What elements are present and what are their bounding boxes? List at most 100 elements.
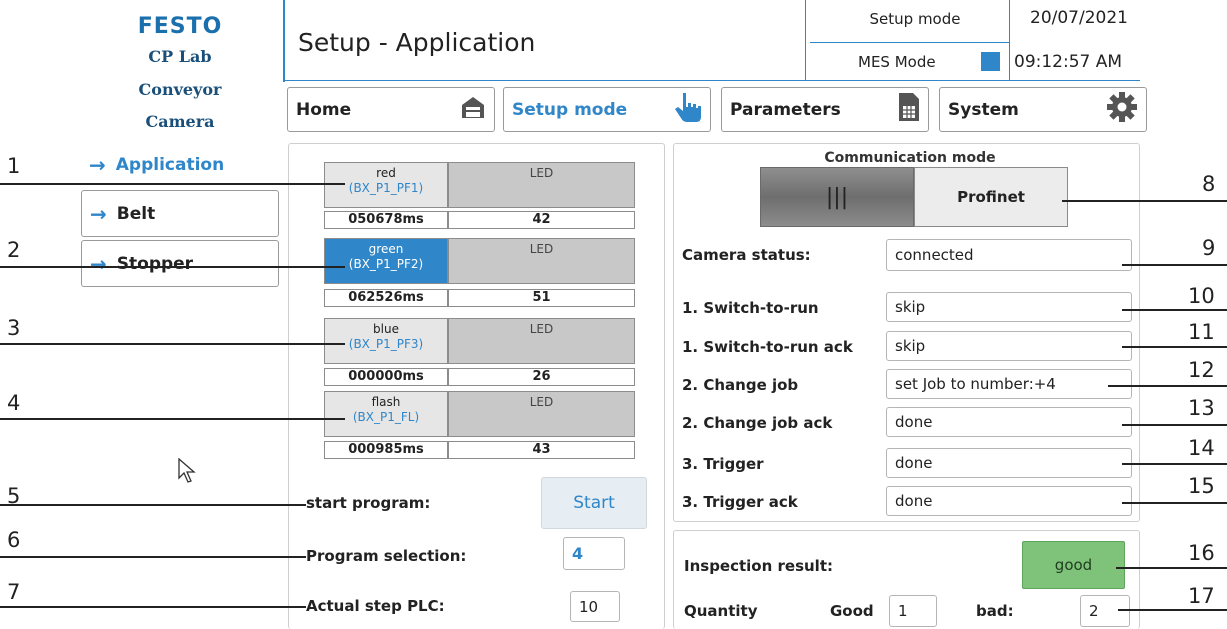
station-line1: CP Lab: [148, 47, 212, 66]
home-icon: [460, 94, 486, 125]
actual-step-value: 10: [570, 591, 620, 622]
led-flash-label[interactable]: flash (BX_P1_FL): [324, 391, 448, 437]
callout-line-16: [1116, 567, 1227, 569]
callout-8: 8: [1202, 172, 1216, 196]
header-divider: [283, 0, 285, 82]
step-value: done: [886, 486, 1132, 516]
document-icon: [898, 92, 920, 127]
callout-line-10: [1122, 309, 1227, 311]
callout-17: 17: [1188, 584, 1215, 608]
sidebar-item-label: Belt: [116, 203, 156, 224]
callout-14: 14: [1188, 436, 1215, 460]
led-red-label[interactable]: red (BX_P1_PF1): [324, 162, 448, 208]
led-red-box: LED: [448, 162, 635, 208]
mes-mode-indicator: [981, 52, 1000, 71]
callout-line-5: [0, 504, 306, 506]
callout-2: 2: [7, 238, 21, 262]
callout-line-1: [0, 183, 345, 185]
step-value: set Job to number:+4: [886, 369, 1132, 399]
callout-line-12: [1108, 385, 1227, 387]
sidebar-item-label: Application: [115, 154, 225, 175]
arrow-right-icon: →: [90, 201, 107, 226]
step-label: 3. Trigger: [682, 455, 764, 473]
setup-mode-button[interactable]: Setup mode: [503, 87, 711, 132]
step-label: 3. Trigger ack: [682, 493, 798, 511]
step-label: 1. Switch-to-run ack: [682, 338, 853, 356]
header-date: 20/07/2021: [1030, 8, 1128, 28]
header-time: 09:12:57 AM: [1014, 52, 1123, 72]
sidebar-item-stopper[interactable]: → Stopper: [81, 240, 279, 287]
system-button[interactable]: System: [939, 87, 1147, 132]
callout-line-14: [1122, 463, 1227, 465]
callout-line-9: [1122, 264, 1227, 266]
led-red-time: 050678ms: [324, 211, 448, 229]
callout-12: 12: [1188, 358, 1215, 382]
parameters-button[interactable]: Parameters: [721, 87, 929, 132]
communication-toggle-left[interactable]: |||: [760, 167, 914, 227]
step-label: 1. Switch-to-run: [682, 299, 819, 317]
led-flash-time: 000985ms: [324, 441, 448, 459]
program-selection-input[interactable]: 4: [563, 537, 625, 570]
header-mid-rule: [810, 42, 1010, 43]
sidebar-item-application[interactable]: → Application: [81, 142, 279, 187]
header-mode-text: Setup mode: [869, 10, 961, 28]
callout-13: 13: [1188, 396, 1215, 420]
good-count: 1: [889, 595, 937, 627]
header-mes-text: MES Mode: [858, 53, 936, 71]
sidebar-item-label: Stopper: [116, 253, 194, 274]
inspection-result-label: Inspection result:: [684, 557, 833, 575]
parameters-button-label: Parameters: [730, 99, 841, 120]
step-value: skip: [886, 292, 1132, 322]
led-name: red: [376, 166, 396, 180]
callout-10: 10: [1188, 284, 1215, 308]
callout-9: 9: [1202, 236, 1216, 260]
led-blue-label[interactable]: blue (BX_P1_PF3): [324, 318, 448, 364]
callout-16: 16: [1188, 541, 1215, 565]
led-red-value: 42: [448, 211, 635, 229]
led-green-box: LED: [448, 238, 635, 284]
start-button[interactable]: Start: [541, 477, 647, 529]
home-button-label: Home: [296, 99, 352, 120]
quantity-label: Quantity: [684, 602, 758, 620]
callout-line-15: [1122, 502, 1227, 504]
page-title: Setup - Application: [298, 28, 536, 57]
camera-status-label: Camera status:: [682, 246, 811, 264]
callout-4: 4: [7, 391, 21, 415]
actual-step-label: Actual step PLC:: [306, 597, 445, 615]
callout-line-13: [1122, 424, 1227, 426]
callout-line-17: [1118, 609, 1227, 611]
callout-line-2: [0, 266, 345, 268]
led-green-label[interactable]: green (BX_P1_PF2): [324, 238, 448, 284]
hand-pointer-icon: [674, 91, 702, 128]
led-blue-box: LED: [448, 318, 635, 364]
callout-15: 15: [1188, 474, 1215, 498]
step-label: 2. Change job: [682, 376, 799, 394]
callout-6: 6: [7, 528, 21, 552]
start-program-label: start program:: [306, 494, 431, 512]
led-flash-box: LED: [448, 391, 635, 437]
gear-icon: [1106, 91, 1138, 128]
station-line3: Camera: [145, 112, 215, 131]
callout-1: 1: [7, 154, 21, 178]
led-name: flash: [371, 395, 401, 409]
home-button[interactable]: Home: [287, 87, 495, 132]
callout-line-8: [1062, 200, 1227, 202]
arrow-right-icon: →: [89, 152, 106, 177]
sidebar-item-belt[interactable]: → Belt: [81, 190, 279, 237]
communication-mode-title: Communication mode: [824, 150, 996, 166]
callout-line-11: [1122, 346, 1227, 348]
led-name: blue: [373, 322, 399, 336]
led-blue-value: 26: [448, 368, 635, 386]
communication-toggle-profinet[interactable]: Profinet: [914, 167, 1068, 227]
bad-count: 2: [1080, 595, 1130, 627]
led-name: green: [368, 242, 404, 256]
step-value: skip: [886, 331, 1132, 361]
step-value: done: [886, 407, 1132, 437]
bad-label: bad:: [976, 602, 1014, 620]
led-green-time: 062526ms: [324, 289, 448, 307]
callout-line-7: [0, 606, 306, 608]
led-green-value: 51: [448, 289, 635, 307]
setup-mode-button-label: Setup mode: [512, 99, 628, 120]
callout-line-3: [0, 343, 345, 345]
arrow-right-icon: →: [90, 251, 107, 276]
